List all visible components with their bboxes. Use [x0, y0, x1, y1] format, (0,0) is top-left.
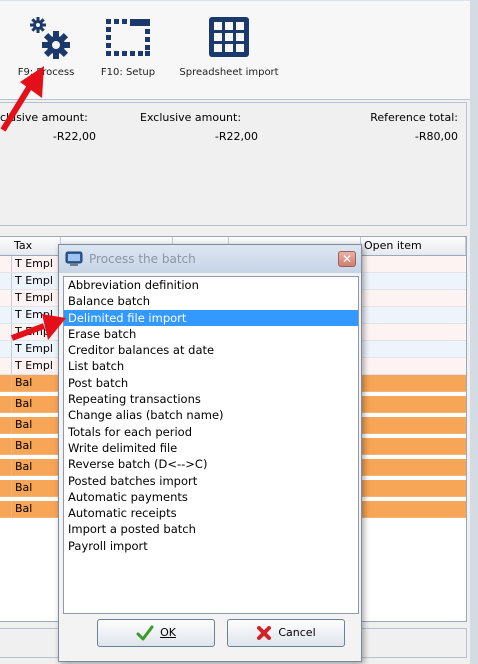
tax-cell[interactable]: Bal [11, 501, 60, 517]
tax-cell[interactable]: Bal [11, 480, 60, 496]
tax-cell[interactable]: T Empl [11, 273, 60, 289]
exclusive-amount: Exclusive amount: -R22,00 [140, 111, 258, 143]
list-item[interactable]: Posted batches import [64, 473, 358, 489]
tax-cell[interactable]: T Empl [11, 256, 60, 272]
reference-total-caption: Reference total: [370, 111, 458, 124]
ok-button[interactable]: OK [97, 619, 215, 647]
spreadsheet-import-label: Spreadsheet import [179, 67, 279, 78]
tax-cell[interactable]: T Empl [11, 358, 60, 374]
list-item[interactable]: List batch [64, 358, 358, 374]
tax-cell[interactable]: Bal [11, 396, 60, 412]
list-item[interactable]: Creditor balances at date [64, 342, 358, 358]
cancel-button[interactable]: Cancel [227, 619, 345, 647]
setup-frame-icon [106, 19, 150, 56]
tax-cell[interactable]: T Empl [11, 290, 60, 306]
tax-cell[interactable]: Bal [11, 459, 60, 475]
tax-cell[interactable]: T Empl [11, 307, 60, 323]
toolbar: F9: Process F10: Setup Spreadsheet impor… [0, 0, 471, 100]
list-item[interactable]: Post batch [64, 375, 358, 391]
tax-cell[interactable]: Bal [11, 438, 60, 454]
list-item[interactable]: Payroll import [64, 538, 358, 554]
process-label: F9: Process [17, 67, 75, 78]
process-option-list[interactable]: Abbreviation definition Balance batch De… [63, 276, 359, 614]
tax-cell[interactable]: Bal [11, 375, 60, 391]
list-item[interactable]: Write delimited file [64, 440, 358, 456]
process-batch-dialog: Process the batch ✕ Abbreviation definit… [58, 244, 362, 662]
checkmark-icon [136, 625, 154, 641]
window-edge [470, 0, 478, 664]
inclusive-amount-caption: clusive amount: [0, 111, 88, 124]
spreadsheet-import-button[interactable]: Spreadsheet import [170, 13, 288, 78]
dialog-app-icon [65, 251, 83, 266]
setup-label: F10: Setup [100, 67, 156, 78]
tax-cell[interactable]: T Empl [11, 324, 60, 340]
reference-total: Reference total: -R80,00 [346, 111, 458, 143]
setup-button[interactable]: F10: Setup [92, 13, 164, 78]
list-item-selected[interactable]: Delimited file import [64, 309, 358, 326]
reference-total-value: -R80,00 [414, 130, 458, 143]
close-icon[interactable]: ✕ [338, 251, 356, 267]
list-item[interactable]: Balance batch [64, 293, 358, 309]
inclusive-amount: clusive amount: -R22,00 [0, 111, 96, 143]
ok-label: OK [160, 626, 176, 639]
tax-cell[interactable]: Bal [11, 417, 60, 433]
exclusive-amount-caption: Exclusive amount: [140, 111, 242, 124]
process-button[interactable]: F9: Process [8, 13, 84, 78]
list-item[interactable]: Automatic receipts [64, 505, 358, 521]
list-item[interactable]: Totals for each period [64, 424, 358, 440]
list-item[interactable]: Automatic payments [64, 489, 358, 505]
column-header-tax[interactable]: Tax [11, 237, 61, 255]
dialog-title-bar[interactable]: Process the batch ✕ [59, 245, 361, 273]
inclusive-amount-value: -R22,00 [52, 130, 96, 143]
list-item[interactable]: Erase batch [64, 326, 358, 342]
list-item[interactable]: Abbreviation definition [64, 277, 358, 293]
cancel-x-icon [257, 626, 272, 640]
list-item[interactable]: Repeating transactions [64, 391, 358, 407]
cancel-label: Cancel [278, 626, 316, 639]
batch-summary: clusive amount: -R22,00 Exclusive amount… [0, 102, 467, 226]
gears-icon [30, 17, 70, 59]
list-item[interactable]: Reverse batch (D<-->C) [64, 456, 358, 472]
exclusive-amount-value: -R22,00 [214, 130, 258, 143]
list-item[interactable]: Import a posted batch [64, 521, 358, 537]
grid-icon [209, 17, 249, 57]
dialog-title: Process the batch [89, 252, 196, 266]
column-header-open-item[interactable]: Open item [361, 237, 466, 255]
list-item[interactable]: Change alias (batch name) [64, 407, 358, 423]
tax-cell[interactable]: T Empl [11, 341, 60, 357]
